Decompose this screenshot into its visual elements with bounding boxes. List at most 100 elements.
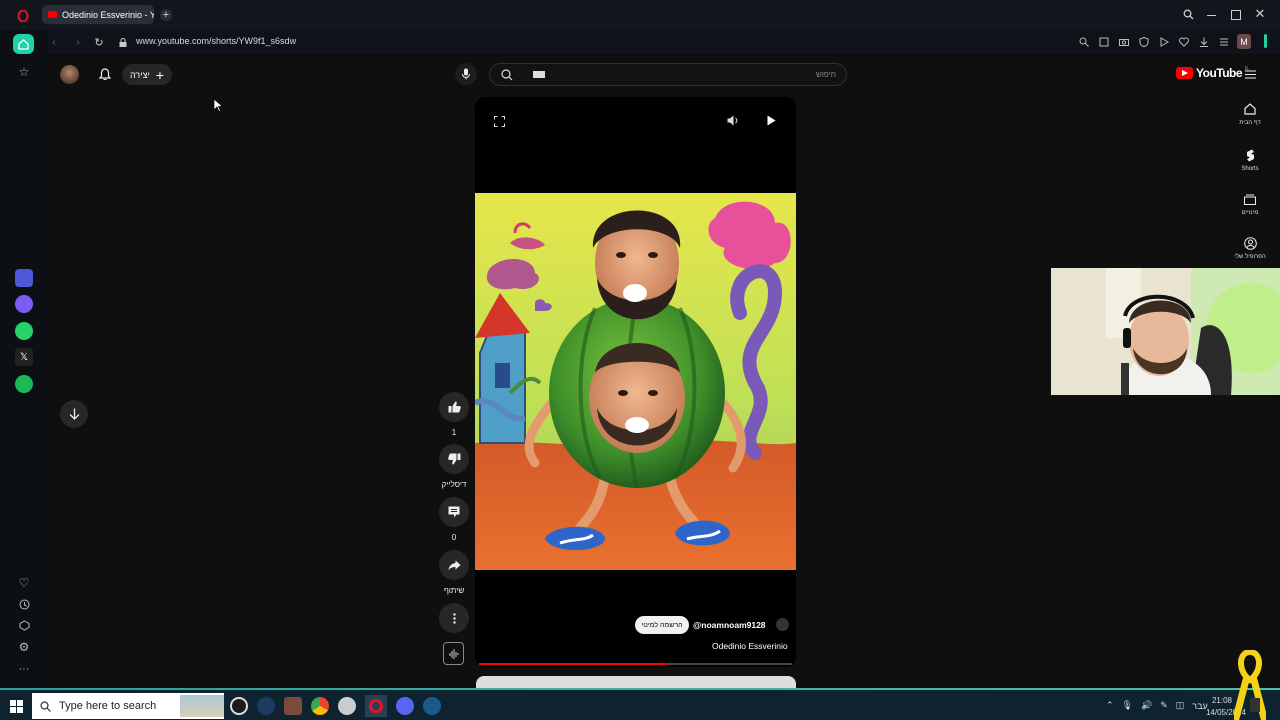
share-label: שיתוף xyxy=(443,586,465,595)
forward-button[interactable]: › xyxy=(72,36,84,48)
x-twitter-icon[interactable]: 𝕏 xyxy=(15,348,33,366)
play-icon[interactable] xyxy=(764,113,779,128)
youtube-logo-text: YouTube xyxy=(1196,66,1243,80)
comments-action[interactable]: 0 xyxy=(438,497,470,542)
camera-icon[interactable] xyxy=(1118,36,1130,48)
next-short-down-arrow-icon[interactable] xyxy=(60,400,88,428)
taskbar-search-box[interactable]: Type here to search xyxy=(32,693,224,719)
like-action[interactable]: 1 xyxy=(438,392,470,437)
minimize-button[interactable] xyxy=(1207,15,1216,16)
heart-icon[interactable]: ♡ xyxy=(17,576,31,590)
notifications-bell-icon[interactable] xyxy=(97,67,112,82)
nav-label-home: דף הבית xyxy=(1239,120,1261,126)
create-label: יצירה xyxy=(129,69,150,80)
search-input[interactable]: חיפוש xyxy=(489,63,847,86)
more-dots-icon[interactable]: ··· xyxy=(17,662,31,676)
messenger-icon[interactable] xyxy=(15,295,33,313)
browser-tab-active[interactable]: Odedinio Essverinio - You xyxy=(42,5,154,24)
create-button[interactable]: יצירה + xyxy=(122,64,172,85)
comments-icon[interactable] xyxy=(439,497,469,527)
nav-label-profile: הפרופיל שלי xyxy=(1234,254,1266,260)
profile-avatar[interactable]: M xyxy=(1237,34,1251,49)
opera-logo-icon[interactable] xyxy=(14,8,32,24)
shield-icon[interactable] xyxy=(1138,36,1150,48)
video-progress-fill xyxy=(479,663,667,665)
play-icon[interactable] xyxy=(1158,36,1170,48)
search-icon xyxy=(40,700,51,712)
pen-icon[interactable]: ✎ xyxy=(1160,700,1168,711)
aria-icon[interactable] xyxy=(15,269,33,287)
back-button[interactable]: ‹ xyxy=(48,36,60,48)
share-action[interactable]: שיתוף xyxy=(438,550,470,595)
video-frame-watermelon-illustration xyxy=(475,193,796,570)
share-arrow-icon[interactable] xyxy=(439,550,469,580)
browser-app-icon[interactable] xyxy=(338,697,356,715)
notification-center-icon[interactable] xyxy=(1250,698,1260,712)
more-options-action[interactable] xyxy=(438,603,470,633)
url-field[interactable]: www.youtube.com/shorts/YW9f1_s6sdw xyxy=(136,36,296,46)
sound-track-icon[interactable] xyxy=(443,642,464,665)
channel-avatar[interactable] xyxy=(60,65,79,84)
clipchamp-app-icon[interactable] xyxy=(423,697,441,715)
search-highlight-image-icon xyxy=(180,695,224,717)
subscribe-button[interactable]: הרשמה למינוי xyxy=(635,616,689,634)
windows-start-icon[interactable] xyxy=(8,698,24,714)
video-progress-bar[interactable] xyxy=(479,663,792,665)
youtube-play-logo-icon xyxy=(1176,67,1193,79)
nav-item-profile[interactable]: הפרופיל שלי xyxy=(1230,236,1270,260)
channel-avatar-small[interactable] xyxy=(776,618,789,631)
chrome-app-icon[interactable] xyxy=(311,697,329,715)
network-icon[interactable]: ◫ xyxy=(1176,700,1185,711)
nav-label-shorts: Shorts xyxy=(1241,166,1259,172)
spotify-icon[interactable] xyxy=(15,375,33,393)
discord-app-icon[interactable] xyxy=(396,697,414,715)
obs-app-icon[interactable] xyxy=(230,697,248,715)
new-tab-button[interactable]: + xyxy=(160,9,172,21)
home-icon xyxy=(1230,102,1270,116)
nav-label-subscriptions: מינויים xyxy=(1241,210,1259,216)
home-workspace-icon[interactable] xyxy=(13,34,34,54)
history-icon[interactable] xyxy=(17,597,31,611)
dislike-thumbs-down-icon[interactable] xyxy=(439,444,469,474)
channel-handle[interactable]: @noamnoam9128 xyxy=(693,620,766,630)
microphone-icon[interactable]: 🎙 xyxy=(1122,700,1133,711)
download-icon[interactable] xyxy=(1198,36,1210,48)
star-icon[interactable]: ☆ xyxy=(17,65,31,79)
voice-search-mic-icon[interactable] xyxy=(455,63,477,85)
reload-button[interactable]: ↻ xyxy=(93,36,105,49)
cube-icon[interactable] xyxy=(17,618,31,632)
lock-icon xyxy=(118,37,128,47)
menu-icon[interactable] xyxy=(1218,36,1230,48)
edit-icon[interactable] xyxy=(1098,36,1110,48)
volume-icon[interactable] xyxy=(725,113,741,128)
steam-app-icon[interactable] xyxy=(257,697,275,715)
close-window-button[interactable]: ✕ xyxy=(1254,6,1266,21)
webcam-overlay xyxy=(1051,268,1280,395)
nav-item-home[interactable]: דף הבית xyxy=(1230,102,1270,126)
speaker-icon[interactable]: 🔊 xyxy=(1141,700,1152,711)
youtube-logo[interactable]: YouTube IL xyxy=(1176,66,1249,80)
opera-app-icon[interactable] xyxy=(365,695,387,717)
dislike-action[interactable]: דיסלייק xyxy=(438,444,470,489)
like-thumbs-up-icon[interactable] xyxy=(439,392,469,422)
like-count: 1 xyxy=(451,428,457,437)
profile-icon xyxy=(1230,236,1270,250)
whatsapp-icon[interactable] xyxy=(15,322,33,340)
search-icon[interactable] xyxy=(500,68,514,82)
maximize-button[interactable] xyxy=(1231,10,1241,20)
sidebar-indicator xyxy=(1264,34,1267,48)
heart-icon[interactable] xyxy=(1178,36,1190,48)
taskbar-accent-line xyxy=(0,688,1280,690)
more-vertical-dots-icon[interactable] xyxy=(439,603,469,633)
hamburger-menu-icon[interactable] xyxy=(1244,68,1257,80)
show-hidden-icons-chevron-icon[interactable]: ⌃ xyxy=(1106,700,1114,711)
editor-app-icon[interactable] xyxy=(284,697,302,715)
nav-item-subscriptions[interactable]: מינויים xyxy=(1230,192,1270,216)
taskbar-search-placeholder: Type here to search xyxy=(59,700,157,712)
fullscreen-icon[interactable] xyxy=(492,114,506,128)
search-tabs-icon[interactable] xyxy=(1182,8,1194,20)
search-icon[interactable] xyxy=(1078,36,1090,48)
settings-gear-icon[interactable]: ⚙ xyxy=(17,640,31,654)
keyboard-icon[interactable] xyxy=(533,71,545,78)
nav-item-shorts[interactable]: Shorts xyxy=(1230,148,1270,172)
